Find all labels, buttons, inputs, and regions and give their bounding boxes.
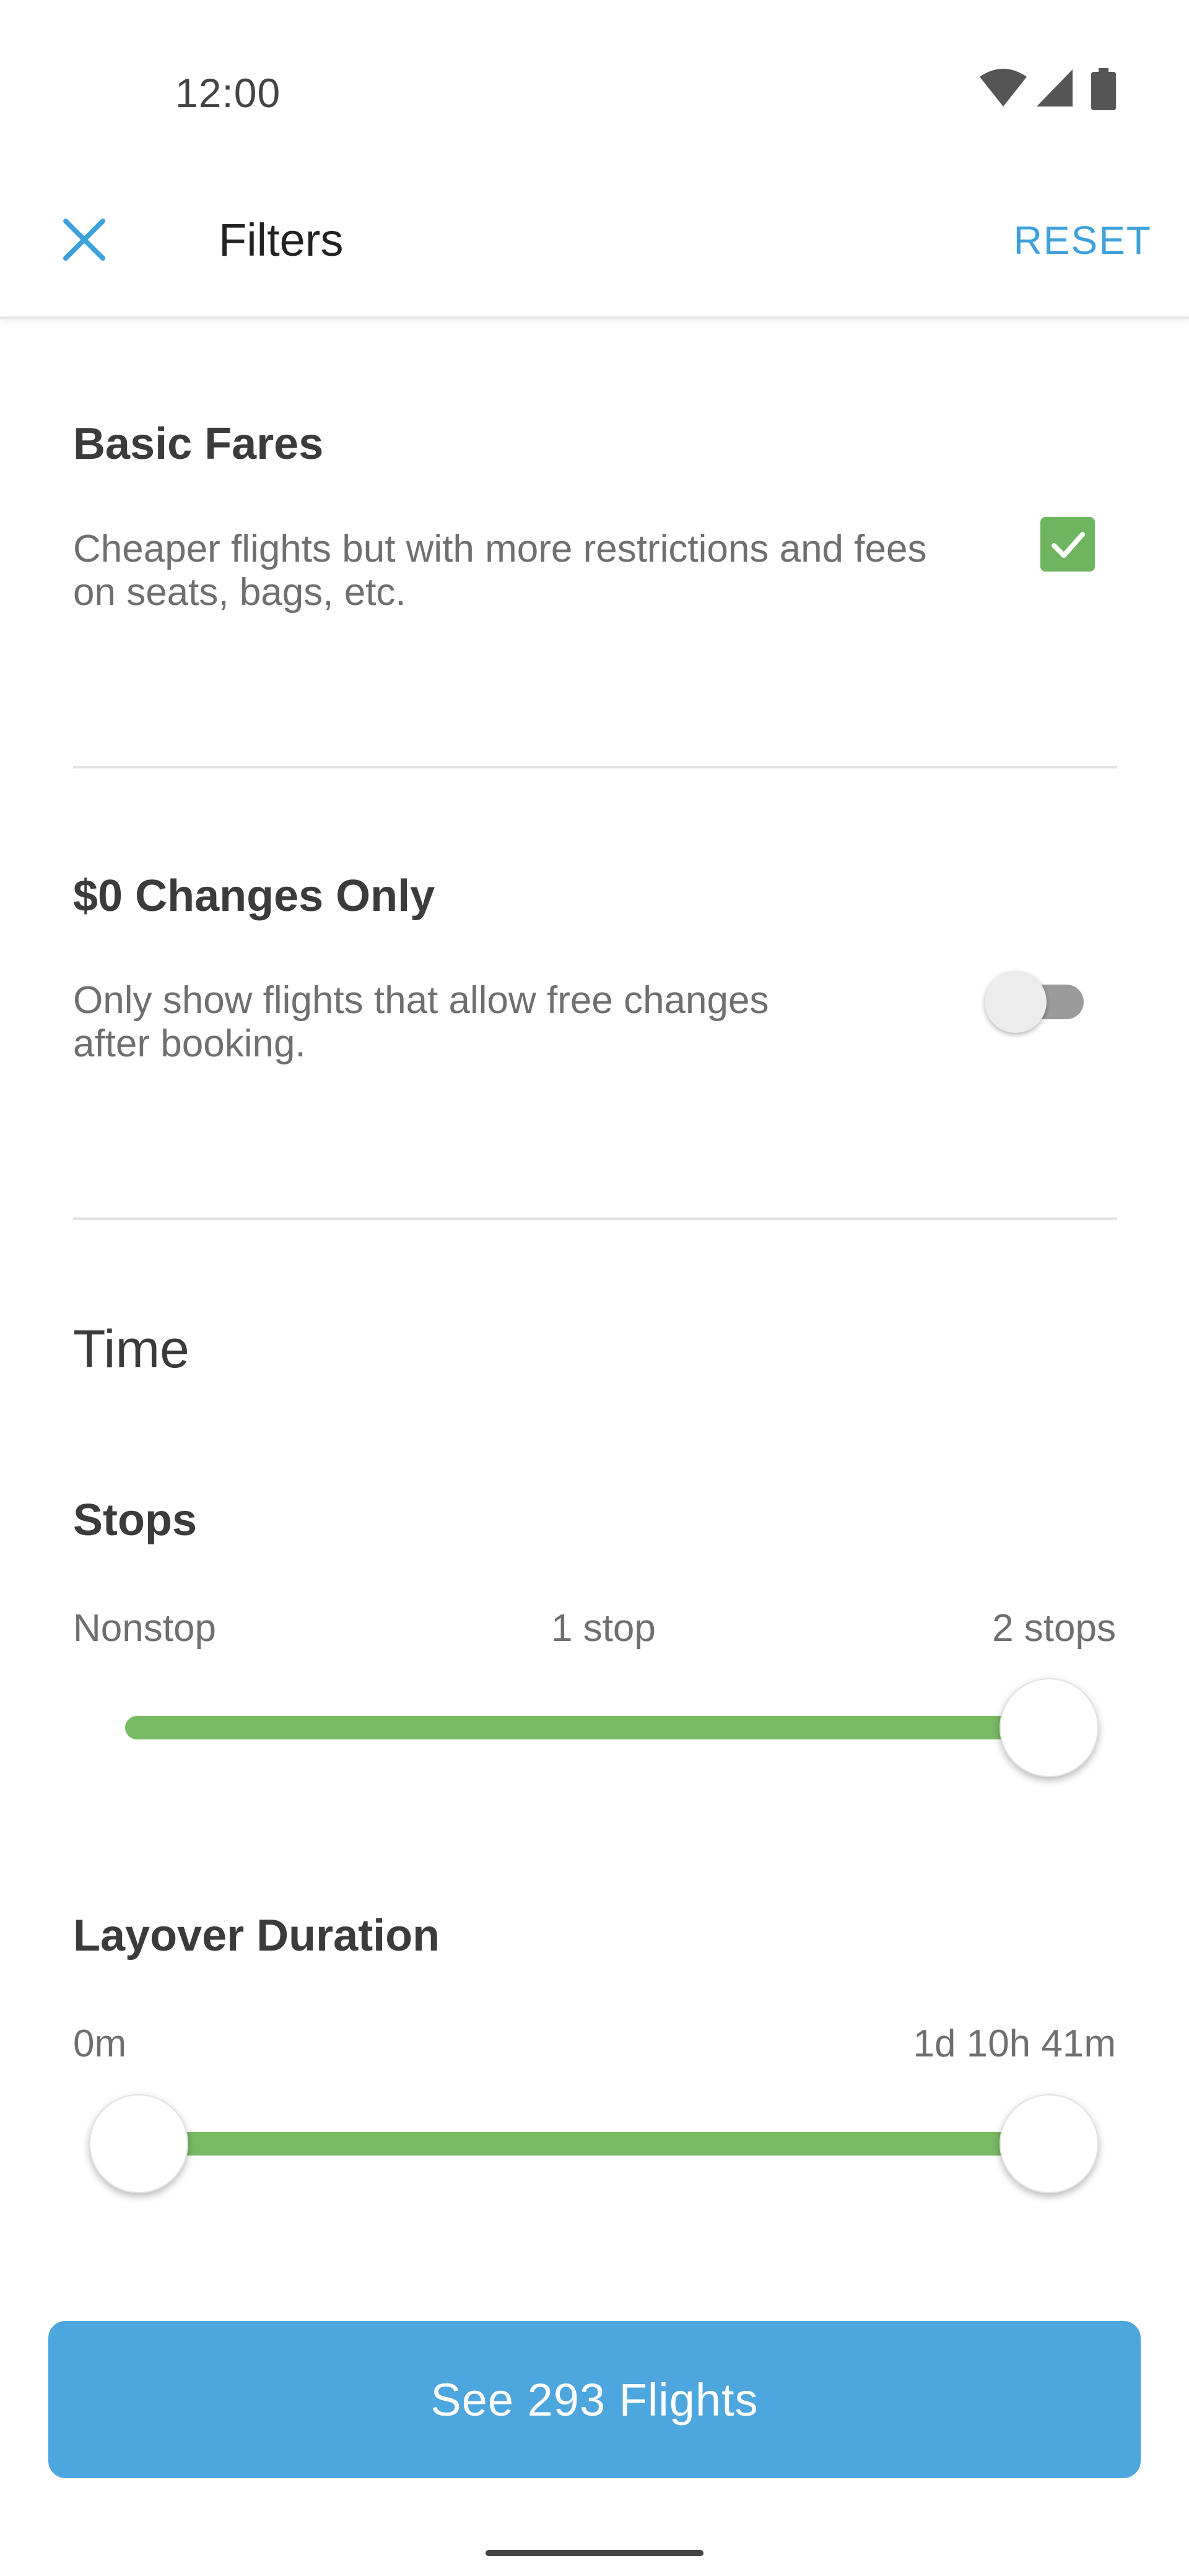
stops-slider-track (125, 1716, 1049, 1739)
divider (73, 766, 1117, 768)
layover-max-label: 1d 10h 41m (913, 2022, 1116, 2065)
zero-changes-description-line2: after booking. (73, 1022, 306, 1065)
page-title: Filters (219, 214, 344, 266)
layover-min-label: 0m (73, 2022, 127, 2065)
divider (73, 1217, 1117, 1220)
time-heading: Time (73, 1320, 189, 1379)
layover-title: Layover Duration (73, 1911, 440, 1960)
basic-fares-checkbox[interactable] (1040, 517, 1095, 572)
status-bar: 12:00 (0, 0, 1189, 161)
stops-label-1-stop: 1 stop (551, 1607, 656, 1650)
zero-changes-toggle[interactable] (985, 966, 1084, 1033)
checkmark-icon (1052, 532, 1085, 558)
close-button[interactable] (54, 210, 114, 269)
basic-fares-title: Basic Fares (73, 419, 324, 469)
stops-slider[interactable] (0, 1672, 1189, 1783)
app-bar: Filters RESET (0, 161, 1189, 319)
stops-slider-thumb[interactable] (1000, 1678, 1099, 1777)
layover-slider-track (139, 2132, 1049, 2156)
wifi-icon (980, 69, 1027, 107)
stops-label-2-stops: 2 stops (992, 1607, 1116, 1650)
signal-icon (1037, 69, 1073, 107)
see-flights-button[interactable]: See 293 Flights (48, 2321, 1141, 2478)
basic-fares-description-line1: Cheaper flights but with more restrictio… (73, 528, 927, 570)
basic-fares-description: Cheaper flights but with more restrictio… (73, 528, 926, 614)
toggle-knob (985, 971, 1047, 1033)
layover-slider-min-thumb[interactable] (89, 2094, 188, 2193)
status-icons (978, 68, 1133, 111)
basic-fares-description-line2: on seats, bags, etc. (73, 571, 406, 614)
stops-label-nonstop: Nonstop (73, 1607, 216, 1650)
reset-button[interactable]: RESET (1014, 211, 1152, 270)
close-icon (63, 219, 105, 261)
filters-screen: 12:00 Filters RESET Basic Fares Cheaper … (0, 0, 1189, 2576)
stops-title: Stops (73, 1495, 198, 1545)
layover-slider-max-thumb[interactable] (1000, 2094, 1099, 2193)
zero-changes-title: $0 Changes Only (73, 871, 435, 921)
zero-changes-description-line1: Only show flights that allow free change… (73, 979, 769, 1022)
status-time: 12:00 (175, 70, 281, 116)
battery-icon (1091, 68, 1116, 110)
layover-slider[interactable] (0, 2088, 1189, 2200)
gesture-nav-handle[interactable] (486, 2550, 703, 2556)
zero-changes-description: Only show flights that allow free change… (73, 979, 769, 1066)
